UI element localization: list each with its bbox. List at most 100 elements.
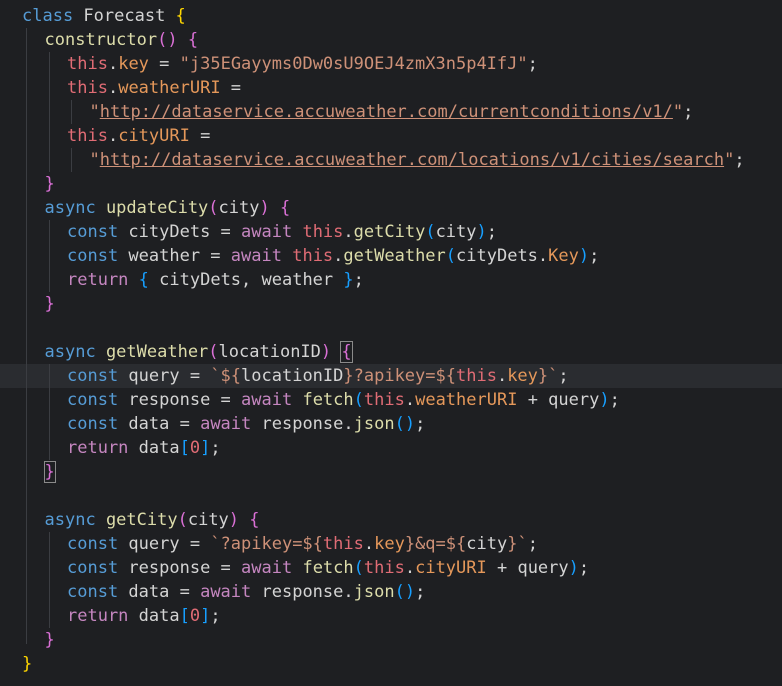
code-token: ; [415, 582, 426, 602]
code-line[interactable] [0, 316, 782, 340]
code-line[interactable]: } [0, 628, 782, 652]
code-text: this.key = "j35EGayyms0Dw0sU9OEJ4zmX3n5p… [67, 52, 538, 76]
code-text: return data[0]; [67, 436, 221, 460]
code-line[interactable]: const weather = await this.getWeather(ci… [0, 244, 782, 268]
code-token: weather = [118, 246, 231, 266]
code-token: ; [683, 102, 694, 122]
code-token: ) [320, 342, 332, 362]
code-text: } [45, 292, 55, 316]
code-token: . [404, 558, 416, 578]
code-line[interactable]: } [0, 172, 782, 196]
code-token: { [280, 198, 291, 218]
code-token: Forecast [73, 6, 176, 26]
code-token: constructor [44, 30, 158, 50]
code-text: constructor() { [45, 28, 199, 52]
code-token: data = [118, 582, 201, 602]
code-token: "j35EGayyms0Dw0sU9OEJ4zmX3n5p4IfJ" [179, 54, 528, 74]
code-token: ; [609, 390, 620, 410]
code-line[interactable]: async updateCity(city) { [0, 196, 782, 220]
code-token: cityURI [118, 126, 190, 146]
code-token: cityDets = [118, 222, 242, 242]
code-text: const data = await response.json(); [67, 580, 425, 604]
code-token: ] [200, 606, 211, 626]
code-line[interactable]: this.key = "j35EGayyms0Dw0sU9OEJ4zmX3n5p… [0, 52, 782, 76]
code-token: json [353, 414, 395, 434]
code-line[interactable]: } [0, 460, 782, 484]
code-text: const response = await fetch(this.weathe… [67, 388, 620, 412]
code-token: data [128, 438, 180, 458]
code-token: const [67, 558, 119, 578]
code-text: } [43, 460, 56, 484]
indent-guide [26, 28, 27, 644]
code-line[interactable] [0, 484, 782, 508]
code-token: ) [568, 558, 579, 578]
code-line[interactable]: this.weatherURI = [0, 76, 782, 100]
code-token: ] [200, 438, 211, 458]
code-text: const weather = await this.getWeather(ci… [67, 244, 599, 268]
code-token: { [187, 30, 199, 50]
code-line[interactable]: } [0, 292, 782, 316]
code-line[interactable]: const cityDets = await this.getCity(city… [0, 220, 782, 244]
code-line[interactable]: return { cityDets, weather }; [0, 268, 782, 292]
code-line[interactable]: const data = await response.json(); [0, 412, 782, 436]
code-token: return [67, 606, 129, 626]
code-token: await [241, 390, 293, 410]
code-token: fetch [302, 390, 354, 410]
code-text: const cityDets = await this.getCity(city… [67, 220, 497, 244]
code-line[interactable]: const query = `${locationID}?apikey=${th… [0, 364, 782, 388]
code-token: ; [486, 222, 498, 242]
code-token: [ [179, 606, 190, 626]
code-line[interactable]: const response = await fetch(this.weathe… [0, 388, 782, 412]
code-token: key [374, 534, 405, 554]
code-token: updateCity [105, 198, 209, 218]
code-token: () [394, 414, 416, 434]
code-line[interactable]: } [0, 652, 782, 676]
code-token: const [67, 414, 119, 434]
code-token: + query [486, 558, 569, 578]
code-text: class Forecast { [22, 4, 186, 28]
code-token: " [89, 102, 100, 122]
code-token: getCity [353, 222, 426, 242]
code-text: const response = await fetch(this.cityUR… [67, 556, 589, 580]
code-line[interactable]: const response = await fetch(this.cityUR… [0, 556, 782, 580]
code-token: " [672, 102, 684, 122]
code-text: return { cityDets, weather }; [67, 268, 364, 292]
code-token: this [455, 366, 497, 386]
code-line[interactable]: "http://dataservice.accuweather.com/loca… [0, 148, 782, 172]
code-line[interactable]: constructor() { [0, 28, 782, 52]
code-line[interactable]: const data = await response.json(); [0, 580, 782, 604]
code-token: data = [118, 414, 201, 434]
code-token: ( [353, 558, 364, 578]
code-line[interactable]: this.cityURI = [0, 124, 782, 148]
code-token: `${ [210, 366, 242, 386]
code-line[interactable]: const query = `?apikey=${this.key}&q=${c… [0, 532, 782, 556]
code-line[interactable]: class Forecast { [0, 4, 782, 28]
code-editor[interactable]: }} return data[0]; const data = await resp… [0, 0, 782, 686]
code-token: . [363, 534, 375, 554]
indent-guide [49, 52, 50, 172]
code-token: await [200, 582, 252, 602]
code-token: ) [599, 390, 610, 410]
code-token: http://dataservice.accuweather.com/curre… [99, 102, 673, 122]
code-token: { [249, 510, 260, 530]
code-token: ) [578, 246, 590, 266]
code-token: key [507, 366, 538, 386]
code-token: . [333, 246, 344, 266]
code-line[interactable]: async getCity(city) { [0, 508, 782, 532]
code-text: const query = `${locationID}?apikey=${th… [67, 364, 569, 388]
code-line[interactable]: return data[0]; [0, 436, 782, 460]
code-text: async updateCity(city) { [45, 196, 291, 220]
code-line[interactable]: return data[0]; [0, 604, 782, 628]
code-token: return [67, 438, 129, 458]
code-token: this [67, 126, 108, 146]
code-line[interactable]: async getWeather(locationID) { [0, 340, 782, 364]
code-line[interactable]: "http://dataservice.accuweather.com/curr… [0, 100, 782, 124]
